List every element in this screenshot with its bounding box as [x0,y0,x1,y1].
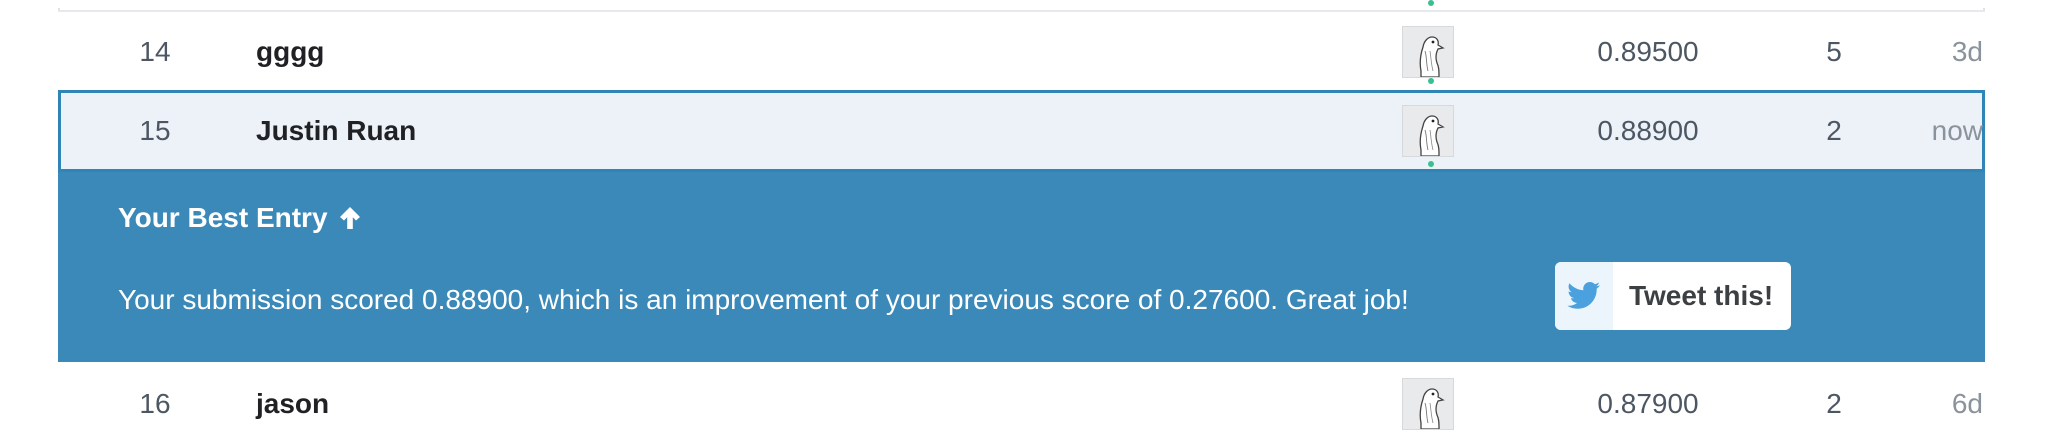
table-row[interactable]: 14 gggg 0.89500 5 3d [58,10,1985,92]
arrow-up-icon [338,205,362,231]
team-name-link[interactable]: gggg [256,12,324,92]
team-name-link[interactable]: jason [256,362,329,446]
online-indicator [1428,161,1434,167]
table-row-previous [58,0,1985,8]
last-submission-cell: now [1931,115,1983,146]
entries-cell: 2 [1826,115,1842,146]
avatar[interactable] [1402,378,1454,430]
best-entry-panel: Your Best Entry Your submission scored 0… [58,172,1985,362]
table-row-current-user[interactable]: 15 Justin Ruan 0.88900 2 now [58,90,1985,172]
rank-cell: 16 [139,388,171,419]
tweet-button-label: Tweet this! [1629,280,1774,311]
rank-cell: 15 [139,115,171,146]
score-cell: 0.87900 [1597,388,1699,419]
score-cell: 0.88900 [1597,115,1699,146]
tweet-button[interactable]: Tweet this! [1555,262,1791,330]
entries-cell: 2 [1826,388,1842,419]
team-members-cell [1388,93,1468,169]
rank-cell: 14 [139,36,171,67]
online-indicator [1428,78,1434,84]
goose-avatar-icon [1403,106,1453,156]
leaderboard: 14 gggg 0.89500 5 3d 15 Justin Ruan 0.88… [0,0,2050,444]
table-row[interactable]: 16 jason 0.87900 2 6d [58,362,1985,444]
entries-cell: 5 [1826,36,1842,67]
best-entry-title: Your Best Entry [118,202,362,234]
twitter-icon [1555,262,1613,330]
best-entry-message: Your submission scored 0.88900, which is… [118,284,1409,315]
team-members-cell [1388,362,1468,446]
last-submission-cell: 3d [1951,36,1983,67]
score-cell: 0.89500 [1597,36,1699,67]
avatar[interactable] [1402,105,1454,157]
goose-avatar-icon [1403,27,1453,77]
avatar[interactable] [1402,26,1454,78]
online-indicator [1428,0,1434,6]
team-name-link[interactable]: Justin Ruan [256,93,416,169]
best-entry-title-text: Your Best Entry [118,202,328,233]
last-submission-cell: 6d [1951,388,1983,419]
